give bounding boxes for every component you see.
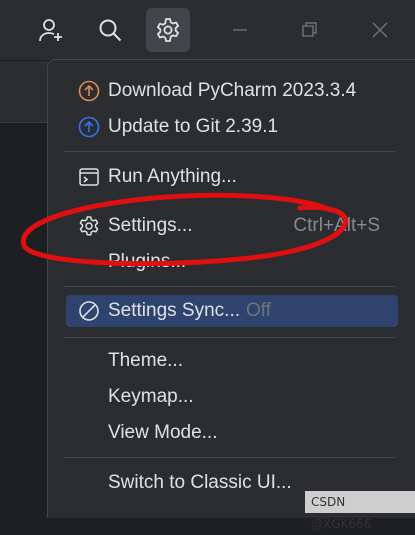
- menu-item-settings-sync[interactable]: Settings Sync... Off: [66, 295, 398, 327]
- menu-item-download-pycharm[interactable]: Download PyCharm 2023.3.4: [66, 75, 398, 107]
- restore-icon: [302, 22, 317, 37]
- menu-item-settings[interactable]: Settings... Ctrl+Alt+S: [66, 210, 398, 242]
- menu-item-label: Switch to Classic UI...: [108, 472, 292, 493]
- minimize-button[interactable]: [218, 8, 262, 52]
- search-icon: [99, 19, 122, 42]
- arrow-up-blue-icon: [78, 116, 100, 138]
- menu-item-label: Settings Sync...: [108, 300, 241, 321]
- title-bar: [0, 0, 415, 61]
- menu-item-label: Update to Git 2.39.1: [108, 116, 279, 137]
- menu-item-plugins[interactable]: Plugins...: [66, 246, 398, 278]
- close-icon: [372, 22, 388, 38]
- menu-item-label: Keymap...: [108, 386, 194, 407]
- disabled-circle-icon: [79, 301, 99, 321]
- menu-item-label: Plugins...: [108, 251, 187, 272]
- menu-separator: [64, 337, 396, 338]
- close-window-button[interactable]: [358, 8, 402, 52]
- watermark: CSDN @XGK666: [305, 491, 415, 531]
- gear-icon: [157, 18, 179, 42]
- menu-item-theme[interactable]: Theme...: [66, 345, 398, 377]
- gear-icon: [79, 216, 99, 236]
- menu-separator: [64, 151, 396, 152]
- menu-item-label: Run Anything...: [108, 166, 237, 187]
- divider: [0, 122, 48, 123]
- main-menu-popup: Download PyCharm 2023.3.4 Update to Git …: [47, 59, 415, 518]
- search-button[interactable]: [88, 8, 132, 52]
- add-user-button[interactable]: [29, 8, 73, 52]
- menu-separator: [64, 286, 396, 287]
- tab-bar: [0, 61, 48, 123]
- settings-button[interactable]: [146, 8, 190, 52]
- add-user-icon: [39, 19, 62, 42]
- menu-item-shortcut: Ctrl+Alt+S: [293, 215, 380, 236]
- menu-item-label: View Mode...: [108, 422, 218, 443]
- menu-item-view-mode[interactable]: View Mode...: [66, 417, 398, 449]
- minimize-icon: [233, 29, 247, 31]
- menu-item-label: Download PyCharm 2023.3.4: [108, 80, 357, 101]
- terminal-window-icon: [79, 168, 99, 186]
- menu-item-label: Settings...: [108, 215, 193, 236]
- menu-item-update-git[interactable]: Update to Git 2.39.1: [66, 111, 398, 143]
- menu-item-label: Theme...: [108, 350, 183, 371]
- settings-sync-state: Off: [246, 300, 272, 321]
- menu-separator: [64, 457, 396, 458]
- restore-button[interactable]: [287, 8, 331, 52]
- arrow-up-orange-icon: [78, 80, 100, 102]
- menu-item-keymap[interactable]: Keymap...: [66, 381, 398, 413]
- menu-item-run-anything[interactable]: Run Anything...: [66, 161, 398, 193]
